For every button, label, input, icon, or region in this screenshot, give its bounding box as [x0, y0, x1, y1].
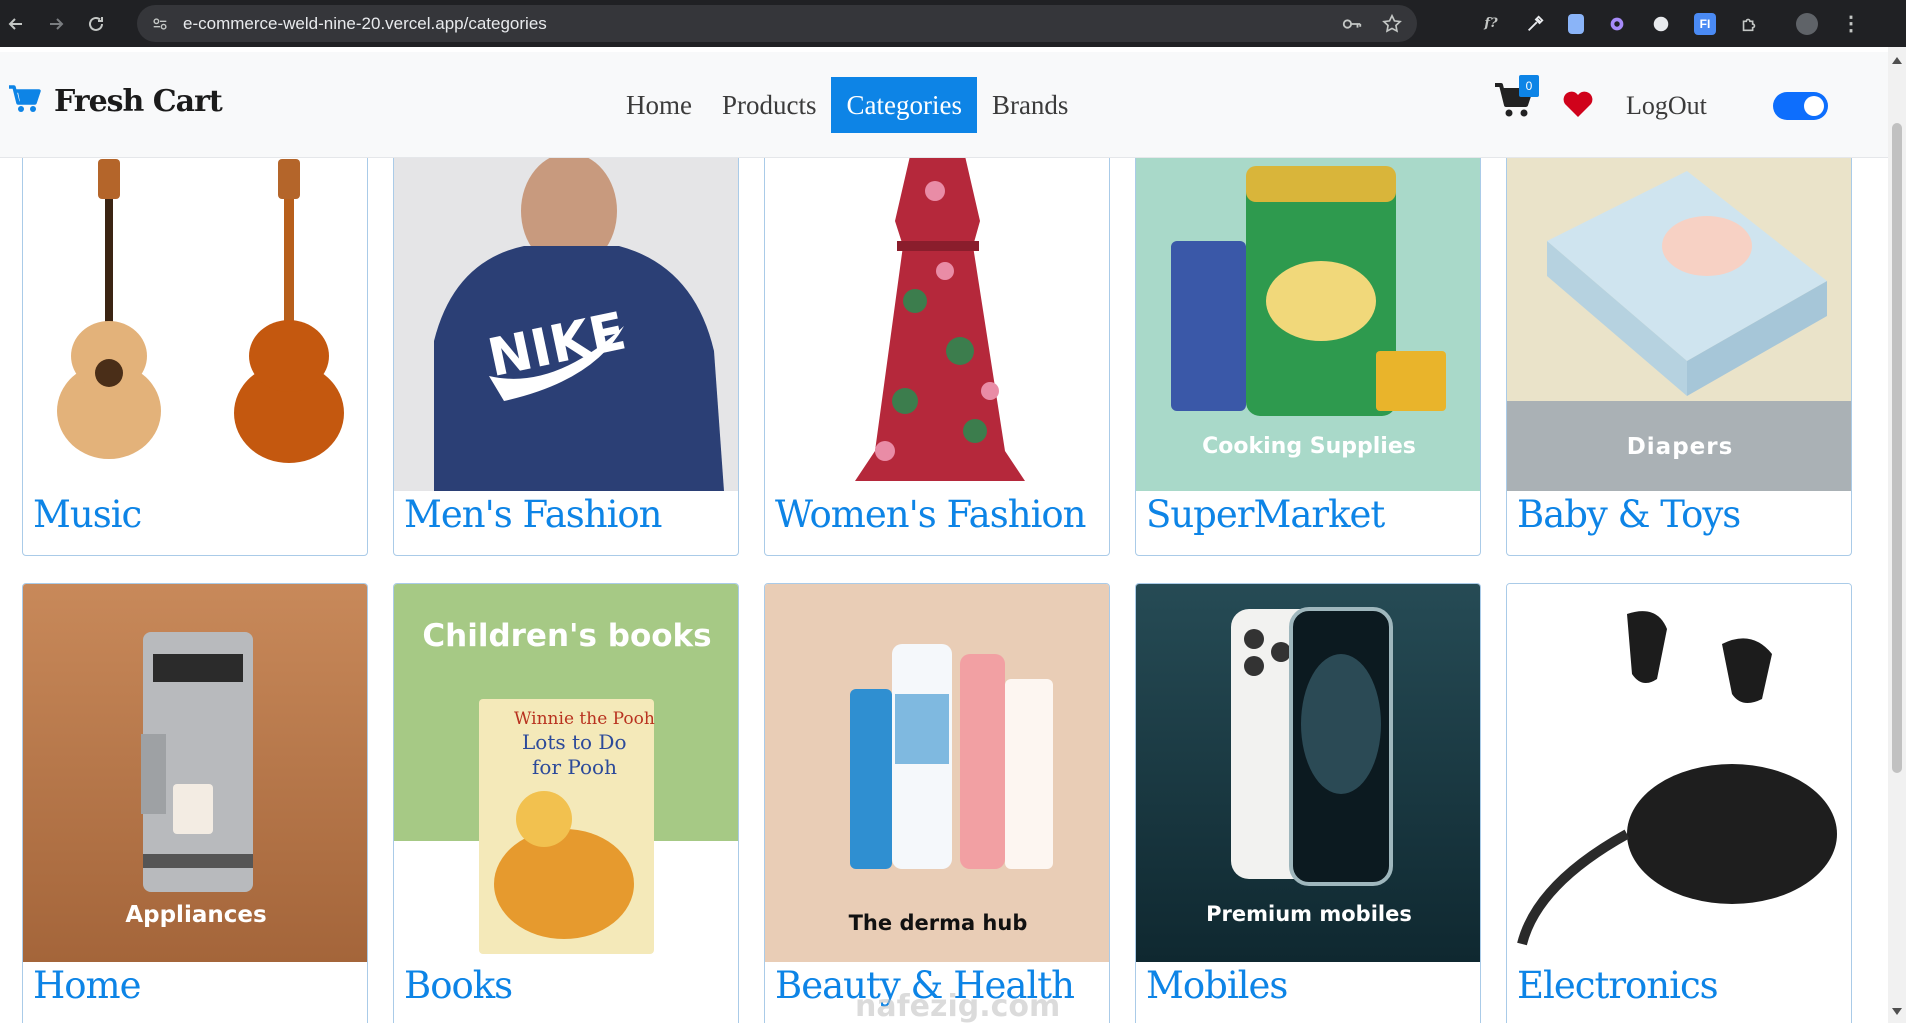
- skincare-image: The derma hub: [765, 584, 1109, 962]
- book-cover-title: Winnie the Pooh: [514, 709, 655, 729]
- function-extension-icon[interactable]: f?: [1480, 13, 1502, 35]
- image-caption: Cooking Supplies: [1202, 434, 1416, 459]
- arrow-right-icon: [50, 17, 64, 30]
- cart-button[interactable]: 0: [1493, 75, 1539, 121]
- nav-brands[interactable]: Brands: [977, 77, 1084, 133]
- circle-extension-icon[interactable]: [1650, 13, 1672, 35]
- diapers-image: Diapers: [1507, 158, 1851, 491]
- book-cover-subtitle: Lots to Do: [522, 730, 627, 754]
- document-extension-icon[interactable]: [1568, 13, 1584, 34]
- image-caption: Appliances: [125, 902, 267, 928]
- category-card-books[interactable]: Winnie the Pooh Lots to Do for Pooh Chil…: [393, 583, 739, 1023]
- category-name: Men's Fashion: [404, 493, 663, 536]
- toggle-knob: [1804, 96, 1824, 116]
- category-card-mobiles[interactable]: Premium mobiles Mobiles: [1135, 583, 1481, 1023]
- earbuds-image: [1507, 584, 1851, 962]
- scroll-down-arrow[interactable]: [1892, 1008, 1902, 1015]
- nav-products[interactable]: Products: [707, 77, 832, 133]
- category-name: Electronics: [1517, 964, 1719, 1007]
- nike-hoodie-image: NIKE: [394, 158, 738, 491]
- theme-toggle[interactable]: [1773, 92, 1828, 120]
- book-cover-subtitle-2: for Pooh: [532, 755, 617, 779]
- eyedropper-extension-icon[interactable]: [1524, 13, 1546, 35]
- category-name: Mobiles: [1146, 964, 1288, 1007]
- childrens-book-image: Winnie the Pooh Lots to Do for Pooh Chil…: [394, 584, 738, 962]
- star-icon[interactable]: [1381, 13, 1403, 35]
- cart-count-badge: 0: [1519, 75, 1539, 97]
- category-name: Home: [33, 964, 142, 1007]
- extensions-row: f? FI ⋮: [1480, 0, 1862, 47]
- brand-logo[interactable]: Fresh Cart: [8, 84, 223, 119]
- logout-link[interactable]: LogOut: [1626, 91, 1707, 121]
- image-caption: Premium mobiles: [1206, 902, 1412, 926]
- floral-dress-image: [765, 158, 1109, 491]
- category-name: Women's Fashion: [775, 493, 1087, 536]
- category-card-mens-fashion[interactable]: NIKE Men's Fashion: [393, 158, 739, 556]
- nav-categories[interactable]: Categories: [831, 77, 977, 133]
- category-name: SuperMarket: [1146, 493, 1385, 536]
- image-caption: Children's books: [422, 618, 712, 654]
- iphone-image: Premium mobiles: [1136, 584, 1480, 962]
- image-caption: Diapers: [1626, 434, 1734, 460]
- cart-logo-icon: [8, 84, 42, 119]
- gear-extension-icon[interactable]: [1606, 13, 1628, 35]
- heart-icon: [1563, 91, 1593, 117]
- reload-button[interactable]: [76, 4, 116, 44]
- watermark-text: nafezig.com: [855, 989, 1061, 1023]
- arrow-left-icon: [8, 17, 22, 30]
- category-name: Books: [404, 964, 513, 1007]
- category-name: Baby & Toys: [1517, 493, 1741, 536]
- site-settings-icon[interactable]: [151, 15, 169, 33]
- groceries-image: Cooking Supplies: [1136, 158, 1480, 491]
- key-icon[interactable]: [1341, 13, 1363, 35]
- category-card-electronics[interactable]: Electronics: [1506, 583, 1852, 1023]
- menu-kebab-icon[interactable]: ⋮: [1840, 13, 1862, 35]
- category-card-home[interactable]: Appliances Home: [22, 583, 368, 1023]
- wishlist-button[interactable]: [1562, 90, 1594, 118]
- scroll-thumb[interactable]: [1892, 123, 1902, 773]
- forward-button[interactable]: [36, 4, 76, 44]
- scroll-up-arrow[interactable]: [1892, 57, 1902, 64]
- profile-avatar-icon[interactable]: [1796, 12, 1818, 35]
- category-card-music[interactable]: Music: [22, 158, 368, 556]
- category-card-baby-toys[interactable]: Diapers Baby & Toys: [1506, 158, 1852, 556]
- category-card-supermarket[interactable]: Cooking Supplies SuperMarket: [1135, 158, 1481, 556]
- site-navbar: Fresh Cart Home Products Categories Bran…: [0, 52, 1888, 158]
- categories-grid: Music NIKE Men's Fashion Women's Fashion: [22, 158, 1854, 1023]
- category-name: Music: [33, 493, 142, 536]
- fi-extension-icon[interactable]: FI: [1694, 12, 1716, 35]
- guitars-image: [23, 158, 367, 491]
- image-caption: The derma hub: [848, 911, 1028, 935]
- category-card-womens-fashion[interactable]: Women's Fashion: [764, 158, 1110, 556]
- address-bar[interactable]: e-commerce-weld-nine-20.vercel.app/categ…: [137, 5, 1417, 42]
- page-scrollbar[interactable]: [1888, 47, 1906, 1023]
- reload-icon: [89, 16, 103, 31]
- category-card-beauty-health[interactable]: The derma hub Beauty & Health nafezig.co…: [764, 583, 1110, 1023]
- back-button[interactable]: [0, 4, 36, 44]
- brand-name: Fresh Cart: [54, 84, 223, 119]
- nav-home[interactable]: Home: [611, 77, 707, 133]
- browser-toolbar: e-commerce-weld-nine-20.vercel.app/categ…: [0, 0, 1906, 47]
- main-nav: Home Products Categories Brands: [611, 77, 1083, 133]
- puzzle-extension-icon[interactable]: [1738, 13, 1760, 35]
- coffee-machine-image: Appliances: [23, 584, 367, 962]
- url-text: e-commerce-weld-nine-20.vercel.app/categ…: [183, 13, 547, 33]
